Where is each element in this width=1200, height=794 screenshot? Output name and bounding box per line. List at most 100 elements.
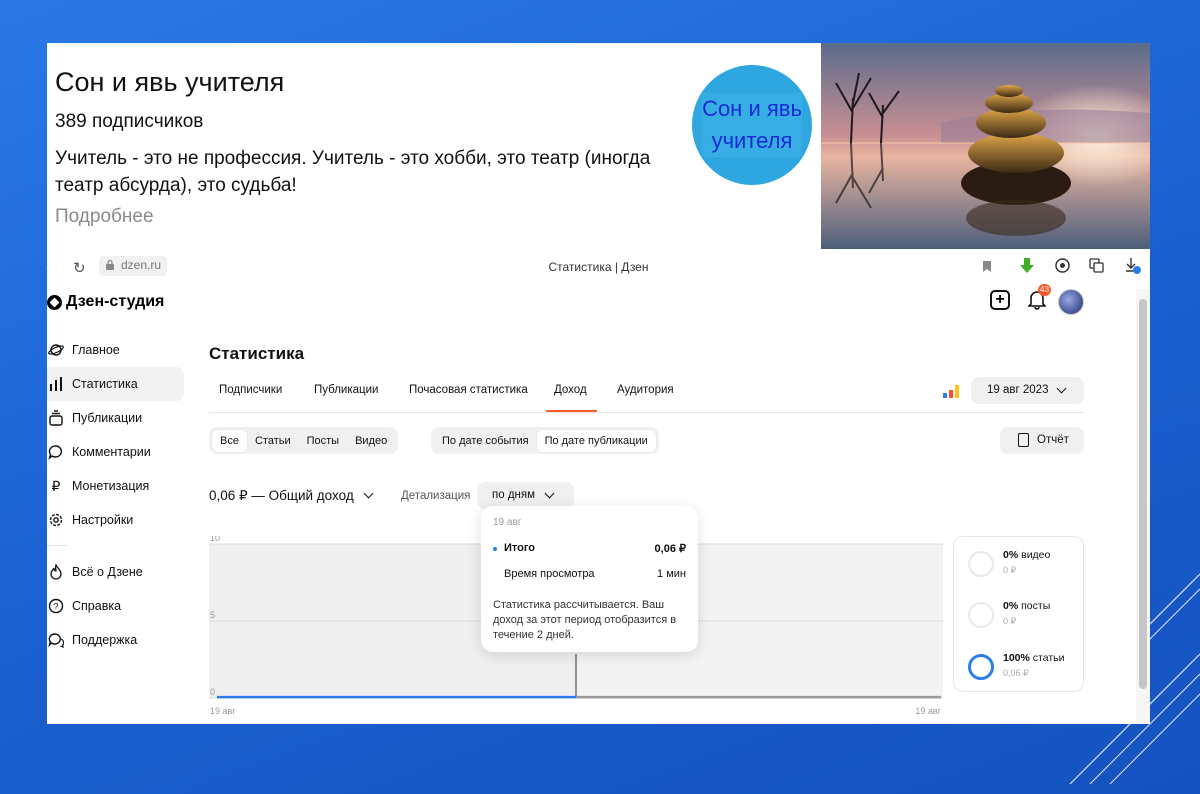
chart-tooltip: 19 авг Итого 0,06 ₽ Время просмотра 1 ми… bbox=[481, 506, 698, 652]
screenshot-card: Сон и явь учителя 389 подписчиков Учител… bbox=[47, 43, 1150, 724]
breakdown-percent: 100% bbox=[1003, 652, 1030, 664]
progress-ring bbox=[968, 602, 994, 628]
channel-avatar: Сон и явь учителя bbox=[692, 65, 812, 185]
browser-toolbar: ◐ ↻ dzen.ru Статистика | Дзен bbox=[47, 249, 1150, 285]
svg-text:?: ? bbox=[53, 602, 58, 612]
y-tick-label: 10 bbox=[210, 536, 220, 543]
breakdown-amount: 0,06 ₽ bbox=[1003, 668, 1029, 678]
y-tick-label: 0 bbox=[210, 687, 215, 697]
sidebar-item-label: Публикации bbox=[72, 411, 143, 425]
planet-icon bbox=[48, 344, 64, 356]
avatar-line-2: учителя bbox=[711, 128, 793, 153]
scrollbar[interactable] bbox=[1136, 289, 1150, 724]
create-button[interactable]: + bbox=[990, 290, 1010, 310]
tab-income[interactable]: Доход bbox=[546, 384, 597, 412]
breakdown-type: статьи bbox=[1032, 652, 1065, 664]
tab-hourly[interactable]: Почасовая статистика bbox=[409, 384, 528, 396]
scrollbar-thumb[interactable] bbox=[1139, 299, 1147, 689]
user-avatar[interactable] bbox=[1058, 289, 1084, 315]
download-arrow-icon[interactable] bbox=[1019, 257, 1035, 275]
sidebar-item-about[interactable]: Всё о Дзене bbox=[47, 555, 184, 589]
help-icon: ? bbox=[48, 598, 64, 614]
dzen-studio-logo[interactable]: Дзен-студия bbox=[47, 293, 164, 311]
plus-icon: + bbox=[990, 290, 1010, 310]
sidebar-item-label: Справка bbox=[72, 599, 122, 613]
filter-posts[interactable]: Посты bbox=[299, 430, 347, 452]
y-tick-label: 5 bbox=[210, 610, 215, 620]
date-selector[interactable]: 19 авг 2023 bbox=[971, 377, 1084, 404]
tooltip-watch-row: Время просмотра 1 мин bbox=[493, 568, 686, 580]
extension-icon[interactable] bbox=[1055, 258, 1070, 273]
chevron-down-icon bbox=[364, 488, 374, 499]
date-mode-filter: По дате события По дате публикации bbox=[431, 427, 659, 454]
tab-subscribers[interactable]: Подписчики bbox=[219, 384, 282, 396]
channel-title: Сон и явь учителя bbox=[55, 67, 285, 97]
sidebar-item-settings[interactable]: Настройки bbox=[47, 503, 184, 537]
ruble-icon: ₽ bbox=[51, 478, 61, 494]
filter-by-publication-date[interactable]: По дате публикации bbox=[536, 429, 656, 452]
chevron-down-icon bbox=[544, 488, 555, 499]
sidebar-item-statistics[interactable]: Статистика bbox=[47, 367, 184, 401]
chat-icon bbox=[48, 633, 64, 648]
metrics-bars-icon[interactable] bbox=[943, 385, 959, 398]
sidebar-item-publications[interactable]: Публикации bbox=[47, 401, 184, 435]
channel-avatar-text: Сон и явь учителя bbox=[702, 93, 802, 157]
sidebar-item-support[interactable]: Поддержка bbox=[47, 623, 184, 657]
downloads-icon[interactable] bbox=[1125, 257, 1141, 275]
sidebar-divider bbox=[47, 545, 67, 546]
subscribers-label: подписчиков bbox=[91, 111, 204, 132]
bookmark-icon[interactable] bbox=[982, 260, 992, 273]
sidebar: Главное Статистика Публикации Комментари… bbox=[47, 333, 184, 657]
breakdown-percent: 0% bbox=[1003, 600, 1019, 612]
sidebar-item-main[interactable]: Главное bbox=[47, 333, 184, 367]
sidebar-item-help[interactable]: ? Справка bbox=[47, 589, 184, 623]
gear-icon bbox=[49, 513, 63, 527]
x-tick-label: 19 авг bbox=[210, 706, 236, 716]
detail-selector[interactable]: по дням bbox=[477, 482, 574, 509]
breakdown-percent: 0% bbox=[1003, 549, 1019, 561]
flame-icon bbox=[50, 564, 62, 580]
tab-publications[interactable]: Публикации bbox=[314, 384, 378, 396]
sidebar-item-label: Настройки bbox=[72, 513, 134, 527]
channel-cover-image bbox=[821, 43, 1150, 249]
breakdown-label: 100% статьи bbox=[1003, 652, 1064, 664]
sidebar-item-monetization[interactable]: ₽ Монетизация bbox=[47, 469, 184, 503]
income-summary-text: 0,06 ₽ — Общий доход bbox=[209, 488, 354, 503]
filter-articles[interactable]: Статьи bbox=[247, 430, 299, 452]
report-button[interactable]: Отчёт bbox=[1000, 427, 1084, 454]
breakdown-articles: 100% статьи 0,06 ₽ bbox=[968, 652, 1078, 682]
sidebar-item-label: Монетизация bbox=[72, 479, 150, 493]
sidebar-item-label: Поддержка bbox=[72, 633, 138, 647]
filter-by-event-date[interactable]: По дате события bbox=[434, 430, 537, 452]
income-breakdown: 0% видео 0 ₽ 0% посты 0 ₽ 100% статьи 0,… bbox=[953, 536, 1084, 692]
breakdown-amount: 0 ₽ bbox=[1003, 565, 1017, 575]
comment-icon bbox=[48, 445, 63, 460]
more-link[interactable]: Подробнее bbox=[55, 206, 154, 228]
tooltip-watch-value: 1 мин bbox=[657, 568, 686, 580]
breakdown-type: посты bbox=[1021, 600, 1051, 612]
sidebar-item-comments[interactable]: Комментарии bbox=[47, 435, 184, 469]
tooltip-total-row: Итого 0,06 ₽ bbox=[493, 542, 686, 555]
subscribers-info: 389 подписчиков bbox=[55, 111, 203, 133]
breakdown-type: видео bbox=[1021, 549, 1051, 561]
filter-video[interactable]: Видео bbox=[347, 430, 395, 452]
notifications-button[interactable]: 43 bbox=[1027, 284, 1051, 312]
breakdown-posts: 0% посты 0 ₽ bbox=[968, 600, 1078, 630]
x-tick-label: 19 авг bbox=[915, 706, 941, 716]
breakdown-label: 0% посты bbox=[1003, 600, 1050, 612]
series-dot bbox=[493, 547, 497, 551]
filter-all[interactable]: Все bbox=[212, 429, 247, 452]
sidebar-item-label: Комментарии bbox=[72, 445, 151, 459]
translate-icon[interactable] bbox=[1089, 258, 1104, 273]
sidebar-item-label: Статистика bbox=[72, 377, 138, 391]
avatar-line-1: Сон и явь bbox=[702, 96, 802, 121]
tooltip-total-value: 0,06 ₽ bbox=[654, 543, 686, 555]
stack-icon bbox=[49, 410, 63, 426]
breakdown-label: 0% видео bbox=[1003, 549, 1050, 561]
detail-selector-value: по дням bbox=[492, 489, 536, 501]
bar-chart-icon bbox=[50, 377, 62, 391]
tab-audience[interactable]: Аудитория bbox=[617, 384, 674, 396]
detail-label: Детализация bbox=[401, 490, 471, 502]
subscribers-count: 389 bbox=[55, 111, 87, 132]
income-summary[interactable]: 0,06 ₽ — Общий доход bbox=[209, 488, 374, 504]
